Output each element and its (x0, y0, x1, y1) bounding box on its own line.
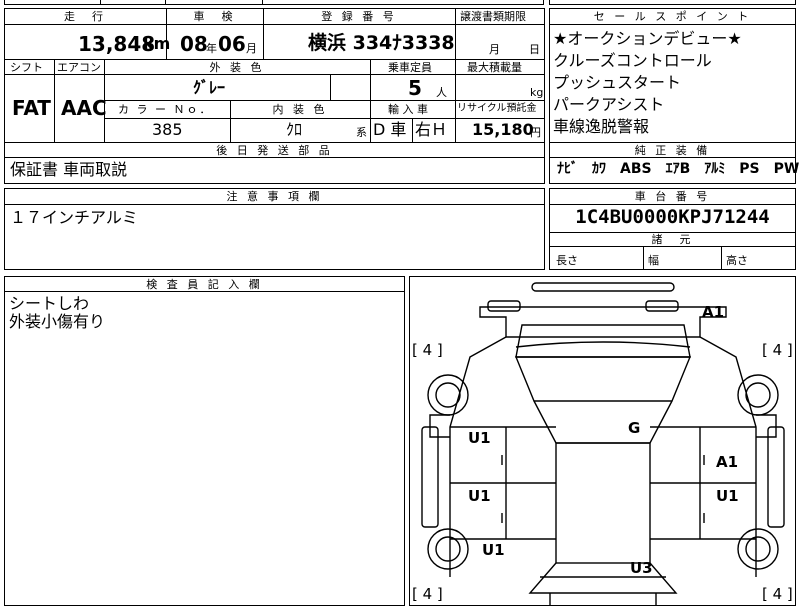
transfer-day-unit: 日 (529, 43, 540, 56)
sales-point-item: プッシュスタート (553, 73, 682, 92)
registration-value: 横浜 334ﾅ3338 (308, 32, 455, 54)
later-parts-value: 保証書 車両取説 (10, 160, 128, 179)
interior-color-unit: 系 (356, 126, 367, 139)
sales-points-title: セ ー ル ス ポ イ ン ト (593, 10, 752, 23)
capacity-unit: 人 (436, 86, 447, 99)
damage-mark-g: G (628, 419, 640, 437)
damage-mark-a1-right: A1 (716, 453, 738, 471)
tire-depth-front-left: [ 4 ] (412, 341, 443, 359)
damage-mark-u1-left-bottom: U1 (482, 541, 505, 559)
inspection-label: 車 検 (193, 10, 236, 23)
inspector-line: シートしわ (9, 294, 90, 313)
exterior-color-value: ｸﾞﾚｰ (193, 78, 226, 97)
inspection-month-unit: 月 (246, 42, 257, 55)
shift-value: FAT (12, 96, 51, 120)
max-load-unit: kg (530, 86, 544, 99)
tire-depth-front-right: [ 4 ] (762, 341, 793, 359)
later-parts-label: 後 日 発 送 部 品 (216, 144, 333, 157)
inspection-month: 06 (218, 32, 246, 56)
chassis-title: 車 台 番 号 (634, 190, 711, 203)
top-strip-divider (100, 0, 101, 5)
top-strip-right (549, 0, 796, 5)
damage-mark-u1-right: U1 (716, 487, 739, 505)
capacity-value: 5 (408, 76, 422, 100)
top-strip-divider (165, 0, 166, 5)
top-strip-divider (262, 0, 263, 5)
car-diagram: A1 G U1 U1 U1 A1 U1 U3 [ 4 ] [ 4 ] [ 4 ]… (409, 276, 796, 606)
shift-label: シフト (10, 61, 43, 74)
inspector-line: 外装小傷有り (9, 312, 106, 331)
genuine-equipment-title: 純 正 装 備 (634, 144, 711, 157)
tire-depth-rear-right: [ 4 ] (762, 585, 793, 603)
damage-mark-u3: U3 (630, 559, 653, 577)
inspection-year-unit: 年 (206, 42, 217, 55)
import-label: 輸 入 車 (388, 103, 428, 116)
damage-mark-u1-left-rear: U1 (468, 487, 491, 505)
car-outline-drawing: A1 G U1 U1 U1 A1 U1 U3 [ 4 ] [ 4 ] [ 4 ]… (412, 282, 793, 605)
notes-title: 注 意 事 項 欄 (226, 190, 323, 203)
notes-value: １７インチアルミ (10, 208, 138, 227)
genuine-equipment-value: ﾅﾋﾞ ｶﾜ ABS ｴｱB ｱﾙﾐ PS PW (557, 161, 800, 177)
mileage-label: 走 行 (64, 10, 106, 23)
chassis-number: 1C4BU0000KPJ71244 (575, 206, 770, 228)
max-load-label: 最大積載量 (467, 61, 522, 74)
registration-label: 登 録 番 号 (321, 10, 397, 23)
sales-point-item: クルーズコントロール (553, 51, 712, 70)
recycle-label: リサイクル預託金 (457, 103, 537, 114)
transfer-label: 譲渡書類期限 (460, 10, 526, 23)
transfer-month-unit: 月 (489, 43, 500, 56)
interior-color-label: 内 装 色 (272, 103, 328, 116)
import-steer: 右Ｈ (415, 120, 448, 139)
recycle-value: 15,180 (472, 120, 534, 139)
sales-point-item: ★オークションデビュー★ (553, 29, 742, 48)
top-strip (4, 0, 544, 5)
aircon-label: エアコン (57, 61, 101, 74)
interior-color-value: ｸﾛ (286, 120, 303, 139)
height-label: 高さ (726, 254, 748, 267)
exterior-color-label: 外 装 色 (209, 61, 265, 74)
damage-mark-u1-left-front: U1 (468, 429, 491, 447)
capacity-label: 乗車定員 (388, 61, 432, 74)
dims-title: 諸 元 (651, 233, 694, 246)
sales-point-item: パークアシスト (553, 95, 665, 114)
damage-mark-a1-top: A1 (702, 303, 724, 321)
color-no-label: カ ラ ー Ｎｏ． (118, 103, 213, 116)
length-label: 長さ (556, 254, 578, 267)
sales-point-item: 車線逸脱警報 (553, 117, 650, 136)
width-label: 幅 (648, 254, 659, 267)
import-drive: D 車 (373, 120, 407, 139)
color-no-value: 385 (152, 120, 183, 139)
mileage-unit: km (143, 34, 171, 53)
tire-depth-rear-left: [ 4 ] (412, 585, 443, 603)
aircon-value: AAC (61, 96, 107, 120)
inspector-title: 検 査 員 記 入 欄 (146, 278, 263, 291)
recycle-unit: 円 (530, 126, 541, 139)
inspection-year: 08 (180, 32, 208, 56)
